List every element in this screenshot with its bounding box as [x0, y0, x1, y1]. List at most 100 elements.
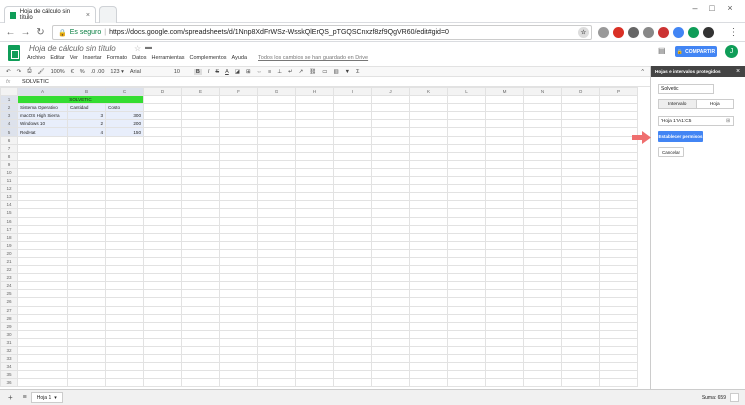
- cell[interactable]: [143, 151, 182, 161]
- cell[interactable]: [561, 208, 600, 218]
- cell[interactable]: [143, 103, 182, 113]
- cell[interactable]: [409, 176, 448, 186]
- cell[interactable]: [181, 378, 220, 388]
- cell[interactable]: [409, 192, 448, 202]
- cell[interactable]: [67, 248, 106, 258]
- cell[interactable]: [143, 240, 182, 250]
- cell[interactable]: [447, 305, 486, 315]
- cell[interactable]: [371, 378, 410, 388]
- cell[interactable]: [257, 216, 296, 226]
- cell[interactable]: [409, 159, 448, 169]
- cell[interactable]: [599, 337, 638, 348]
- cell[interactable]: [523, 265, 562, 275]
- cell[interactable]: [333, 143, 372, 153]
- cell[interactable]: [333, 329, 372, 339]
- cell[interactable]: [257, 159, 296, 169]
- sheet-tab-hoja-1[interactable]: Hoja 1 ▾: [30, 392, 63, 403]
- cell[interactable]: [447, 119, 486, 129]
- row-header[interactable]: 17: [0, 224, 18, 234]
- cell[interactable]: [219, 224, 258, 234]
- column-header[interactable]: M: [485, 87, 524, 97]
- cell[interactable]: [143, 111, 182, 121]
- cell[interactable]: [105, 256, 144, 267]
- cell[interactable]: [485, 289, 524, 299]
- cell[interactable]: [295, 354, 334, 364]
- cell[interactable]: [257, 378, 296, 388]
- forward-icon[interactable]: →: [19, 26, 32, 39]
- cell[interactable]: [67, 200, 106, 210]
- cell[interactable]: [257, 265, 296, 275]
- row-header[interactable]: 35: [0, 370, 18, 380]
- column-header[interactable]: H: [295, 87, 334, 97]
- cell[interactable]: [105, 345, 144, 356]
- cell[interactable]: [295, 167, 334, 178]
- cell[interactable]: [561, 95, 600, 105]
- star-icon[interactable]: ☆: [134, 44, 141, 53]
- cell[interactable]: [485, 224, 524, 234]
- cell[interactable]: [523, 135, 562, 145]
- cell[interactable]: [181, 95, 220, 105]
- cell[interactable]: [409, 297, 448, 307]
- cell[interactable]: [523, 216, 562, 226]
- cell[interactable]: [485, 135, 524, 145]
- cell[interactable]: [181, 103, 220, 113]
- cell[interactable]: [523, 200, 562, 210]
- cell[interactable]: [333, 167, 372, 178]
- cell[interactable]: [295, 95, 334, 105]
- cell[interactable]: [561, 256, 600, 267]
- cell[interactable]: [371, 362, 410, 372]
- cell[interactable]: [295, 176, 334, 186]
- cell[interactable]: [143, 378, 182, 388]
- cell[interactable]: [219, 354, 258, 364]
- row-header[interactable]: 6: [0, 135, 18, 145]
- cell[interactable]: [295, 127, 334, 137]
- cell[interactable]: [599, 256, 638, 267]
- row-header[interactable]: 11: [0, 176, 18, 186]
- cell[interactable]: [295, 362, 334, 372]
- cell[interactable]: [295, 321, 334, 331]
- cell[interactable]: [599, 224, 638, 234]
- cell[interactable]: [219, 143, 258, 153]
- cell[interactable]: [67, 151, 106, 161]
- cell[interactable]: [181, 232, 220, 242]
- wrap-icon[interactable]: ↵: [288, 69, 293, 75]
- cell[interactable]: [599, 370, 638, 380]
- cell[interactable]: [219, 297, 258, 307]
- cell[interactable]: [447, 192, 486, 202]
- cell[interactable]: [371, 135, 410, 145]
- cell[interactable]: [523, 313, 562, 323]
- cell[interactable]: [561, 297, 600, 307]
- cell[interactable]: [599, 273, 638, 283]
- close-icon[interactable]: ×: [736, 66, 740, 77]
- browser-tab[interactable]: Hoja de cálculo sin título ×: [4, 6, 96, 23]
- row-header[interactable]: 31: [0, 337, 18, 348]
- extension-icon[interactable]: [628, 27, 639, 38]
- cell[interactable]: [409, 370, 448, 380]
- cell[interactable]: [143, 208, 182, 218]
- cell[interactable]: [17, 305, 68, 315]
- cell[interactable]: [105, 192, 144, 202]
- cell[interactable]: [143, 248, 182, 258]
- row-header[interactable]: 10: [0, 167, 18, 178]
- cell[interactable]: [523, 256, 562, 267]
- cell[interactable]: [409, 151, 448, 161]
- menu-icon[interactable]: ⋮: [727, 26, 740, 39]
- cell[interactable]: [105, 362, 144, 372]
- cell[interactable]: [181, 159, 220, 169]
- row-header[interactable]: 30: [0, 329, 18, 339]
- cell[interactable]: [295, 289, 334, 299]
- row-header[interactable]: 3: [0, 111, 18, 121]
- cell[interactable]: [485, 216, 524, 226]
- cell[interactable]: [333, 135, 372, 145]
- cell[interactable]: [561, 232, 600, 242]
- cell[interactable]: [143, 167, 182, 178]
- cell[interactable]: [143, 281, 182, 291]
- cell[interactable]: [219, 232, 258, 242]
- cell[interactable]: [219, 184, 258, 194]
- formula-input[interactable]: SOLVETIC: [18, 79, 49, 85]
- cell[interactable]: [447, 370, 486, 380]
- cell[interactable]: [181, 200, 220, 210]
- cell[interactable]: [143, 119, 182, 129]
- cell[interactable]: [105, 281, 144, 291]
- cell[interactable]: [181, 167, 220, 178]
